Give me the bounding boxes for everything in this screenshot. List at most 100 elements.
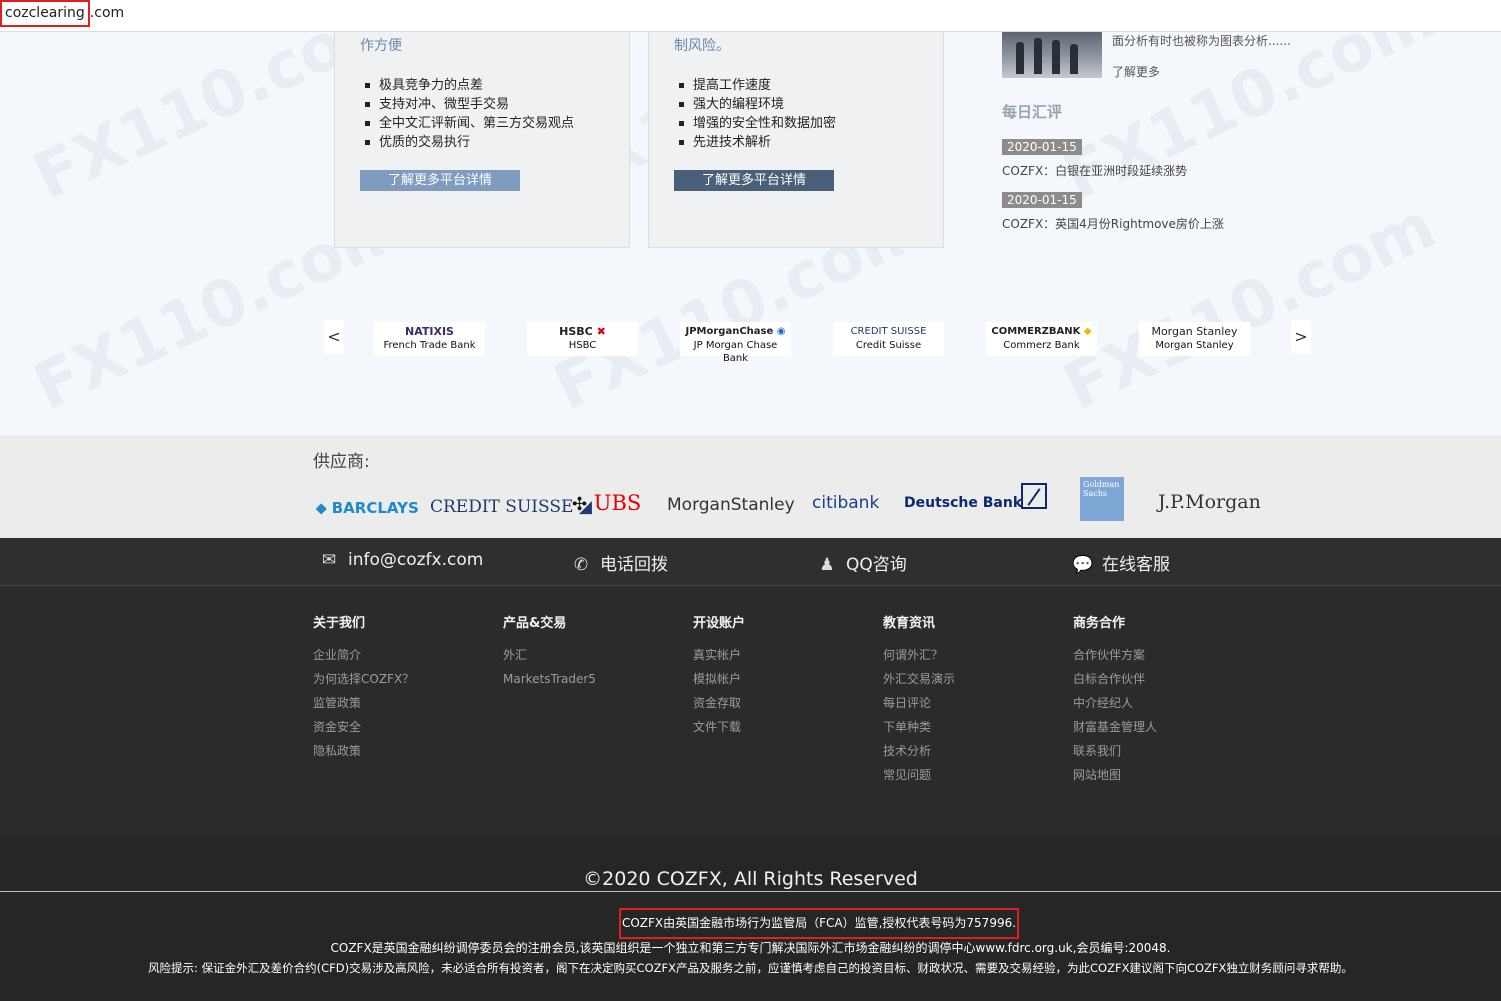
bank-name: Commerz Bank: [1003, 340, 1080, 351]
feature-item: 强大的编程环境: [679, 95, 836, 114]
footer-column-products: 产品&交易 外汇 MarketsTrader5: [503, 612, 596, 691]
bank-logo-card[interactable]: JPMorganChase ◉ JP Morgan Chase Bank: [680, 322, 791, 364]
bank-name: Morgan Stanley: [1155, 340, 1234, 351]
footer-link[interactable]: 监管政策: [313, 691, 414, 715]
supplier-logo-barclays: ⬥ BARCLAYS: [316, 499, 419, 517]
bank-logo-text: COMMERZBANK ◆: [991, 326, 1092, 337]
qq-penguin-icon: ♟: [819, 555, 835, 575]
platform-panel-mid: 制风险。 提高工作速度 强大的编程环境 增强的安全性和数据加密 先进技术解析 了…: [648, 32, 944, 248]
supplier-logo-jp-morgan: J.P.Morgan: [1158, 491, 1261, 513]
bank-logo-text: Morgan Stanley: [1151, 325, 1238, 338]
commerzbank-ribbon-icon: ◆: [1083, 326, 1092, 337]
chat-bubble-icon: 💬: [1072, 555, 1094, 575]
bank-logo-text: HSBC ✖: [559, 325, 606, 338]
carousel-next-button[interactable]: >: [1291, 320, 1311, 354]
supplier-logo-morgan-stanley: MorganStanley: [667, 495, 795, 515]
footer-column-heading: 教育资讯: [883, 616, 936, 631]
feature-list: 提高工作速度 强大的编程环境 增强的安全性和数据加密 先进技术解析: [679, 76, 836, 152]
bank-name: JP Morgan Chase Bank: [693, 340, 778, 364]
footer-link[interactable]: 白标合作伙伴: [1073, 667, 1157, 691]
address-bar-url[interactable]: cozclearing .com: [0, 0, 124, 27]
footer-link[interactable]: 联系我们: [1073, 739, 1157, 763]
domain-highlight: cozclearing: [0, 0, 90, 27]
footer-link[interactable]: 财富基金管理人: [1073, 715, 1157, 739]
fca-regulation-notice: COZFX由英国金融市场行为监管局（FCA）监管,授权代表号码为757996.: [619, 908, 1019, 939]
figure-silhouette: [1052, 40, 1060, 74]
online-service-link[interactable]: 💬 在线客服: [1072, 550, 1170, 575]
callback-link[interactable]: ✆ 电话回拨: [570, 550, 668, 575]
feature-item: 支持对冲、微型手交易: [365, 95, 574, 114]
feature-item: 优质的交易执行: [365, 133, 574, 152]
footer-link[interactable]: 模拟帐户: [693, 667, 745, 691]
feature-item: 全中文汇评新闻、第三方交易观点: [365, 114, 574, 133]
email-contact-link[interactable]: ✉ info@cozfx.com: [318, 550, 483, 570]
footer-legal: ©2020 COZFX, All Rights Reserved COZFX由英…: [0, 836, 1501, 1001]
footer-column-education: 教育资讯 何谓外汇？ 外汇交易演示 每日评论 下单种类 技术分析 常见问题: [883, 612, 955, 787]
footer-link[interactable]: 每日评论: [883, 691, 955, 715]
bank-logo-text: NATIXIS: [405, 325, 454, 338]
bank-logo-card[interactable]: CREDIT SUISSE Credit Suisse: [833, 322, 944, 356]
news-item-link[interactable]: COZFX：白银在亚洲时段延续涨势: [1002, 162, 1187, 179]
feature-item: 先进技术解析: [679, 133, 836, 152]
footer-column-heading: 关于我们: [313, 616, 366, 631]
footer-link[interactable]: MarketsTrader5: [503, 667, 596, 691]
footer-link[interactable]: 外汇: [503, 643, 596, 667]
feature-item: 极具竞争力的点差: [365, 76, 574, 95]
panel-subtitle: 制风险。: [674, 38, 730, 54]
footer-link[interactable]: 资金存取: [693, 691, 745, 715]
address-bar[interactable]: cozclearing .com: [0, 0, 1501, 32]
footer-link[interactable]: 企业简介: [313, 643, 414, 667]
footer-link[interactable]: 技术分析: [883, 739, 955, 763]
footer-divider: [0, 891, 1501, 892]
footer-link[interactable]: 常见问题: [883, 763, 955, 787]
footer-link[interactable]: 外汇交易演示: [883, 667, 955, 691]
bank-name: Credit Suisse: [855, 340, 922, 351]
feature-item: 提高工作速度: [679, 76, 836, 95]
footer-link[interactable]: 文件下载: [693, 715, 745, 739]
news-thumbnail[interactable]: [1002, 32, 1102, 78]
qq-consult-link[interactable]: ♟ QQ咨询: [816, 550, 906, 575]
footer-link[interactable]: 何谓外汇？: [883, 643, 955, 667]
bank-logo-card[interactable]: COMMERZBANK ◆ Commerz Bank: [986, 322, 1097, 356]
date-badge: 2020-01-15: [1002, 192, 1082, 208]
eagle-icon: ⬥: [316, 499, 327, 517]
supplier-logo-ubs: ✣ UBS: [572, 491, 642, 515]
feature-list: 极具竞争力的点差 支持对冲、微型手交易 全中文汇评新闻、第三方交易观点 优质的交…: [365, 76, 574, 152]
footer-column-business: 商务合作 合作伙伴方案 白标合作伙伴 中介经纪人 财富基金管理人 联系我们 网站…: [1073, 612, 1157, 787]
suppliers-section: 供应商: ⬥ BARCLAYS CREDIT SUISSE ◢ ✣ UBS Mo…: [0, 435, 1501, 538]
date-badge: 2020-01-15: [1002, 139, 1082, 155]
figure-silhouette: [1016, 42, 1024, 74]
bank-logo-card[interactable]: HSBC ✖ HSBC: [527, 322, 638, 356]
bank-logo-text: JPMorganChase ◉: [685, 326, 786, 337]
registration-notice: COZFX是英国金融纠纷调停委员会的注册会员,该英国组织是一个独立和第三方专门解…: [330, 941, 1171, 955]
feature-item: 增强的安全性和数据加密: [679, 114, 836, 133]
footer-link[interactable]: 为何选择COZFX？: [313, 667, 414, 691]
carousel-prev-button[interactable]: <: [324, 320, 344, 354]
suppliers-title: 供应商:: [313, 452, 370, 472]
footer-link[interactable]: 隐私政策: [313, 739, 414, 763]
platform-panel-left: 作方便 极具竞争力的点差 支持对冲、微型手交易 全中文汇评新闻、第三方交易观点 …: [334, 32, 630, 248]
bank-name: HSBC: [568, 340, 597, 351]
platform-details-button[interactable]: 了解更多平台详情: [674, 170, 834, 191]
footer-navigation: 关于我们 企业简介 为何选择COZFX？ 监管政策 资金安全 隐私政策 产品&交…: [0, 586, 1501, 836]
footer-link[interactable]: 真实帐户: [693, 643, 745, 667]
footer-column-heading: 商务合作: [1073, 616, 1126, 631]
footer-link[interactable]: 合作伙伴方案: [1073, 643, 1157, 667]
bank-logo-text: CREDIT SUISSE: [850, 326, 927, 337]
footer-link[interactable]: 下单种类: [883, 715, 955, 739]
envelope-icon: ✉: [321, 550, 337, 570]
footer-link[interactable]: 网站地图: [1073, 763, 1157, 787]
footer-link[interactable]: 中介经纪人: [1073, 691, 1157, 715]
daily-review-title: 每日汇评: [1002, 103, 1063, 121]
news-more-link[interactable]: 了解更多: [1112, 63, 1160, 80]
news-item-link[interactable]: COZFX：英国4月份Rightmove房价上涨: [1002, 215, 1224, 232]
bank-logo-card[interactable]: Morgan Stanley Morgan Stanley: [1139, 322, 1250, 356]
bank-name: French Trade Bank: [383, 340, 476, 351]
panel-subtitle: 作方便: [360, 38, 402, 54]
risk-warning: 风险提示: 保证金外汇及差价合约(CFD)交易涉及高风险，未必适合所有投资者，阁…: [148, 961, 1353, 975]
bank-logo-card[interactable]: NATIXIS French Trade Bank: [374, 322, 485, 356]
supplier-logo-citibank: citibank: [812, 493, 880, 513]
platform-details-button[interactable]: 了解更多平台详情: [360, 170, 520, 191]
footer-column-accounts: 开设账户 真实帐户 模拟帐户 资金存取 文件下载: [693, 612, 745, 739]
footer-link[interactable]: 资金安全: [313, 715, 414, 739]
